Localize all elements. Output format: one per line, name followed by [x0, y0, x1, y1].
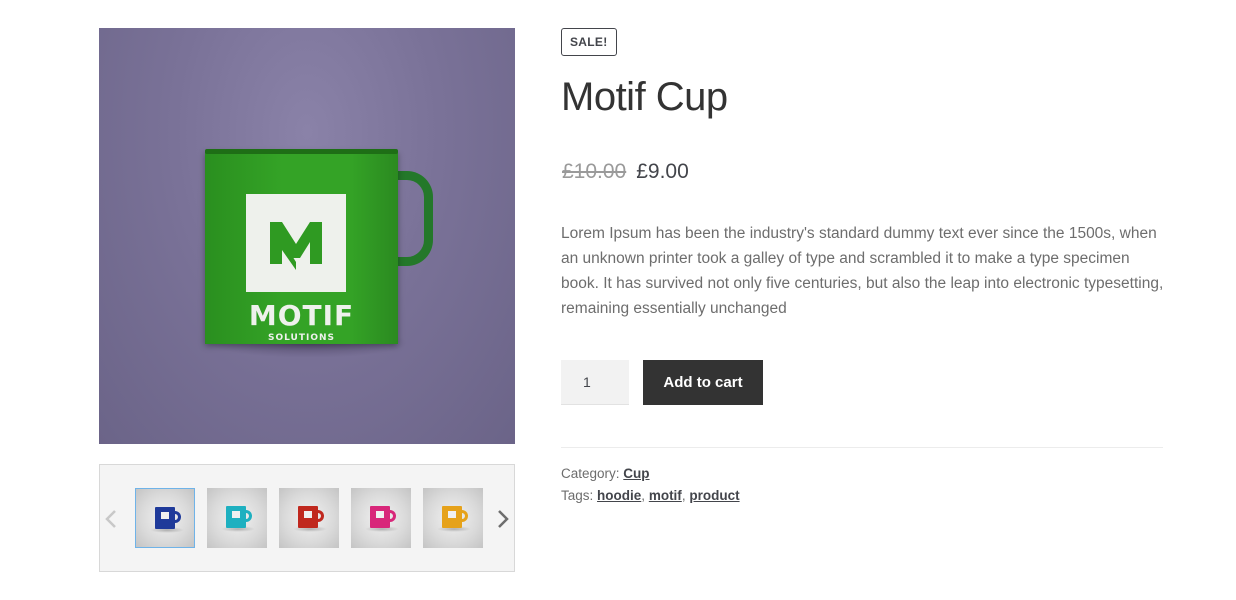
- divider: [561, 447, 1163, 448]
- thumbnail-item[interactable]: [279, 488, 339, 548]
- chevron-right-icon[interactable]: [495, 507, 511, 531]
- thumb-logo: [304, 511, 312, 518]
- thumbnail-gallery: [99, 464, 515, 572]
- thumbnail-item[interactable]: [351, 488, 411, 548]
- logo-text: MOTIF: [248, 299, 355, 332]
- tag-link[interactable]: hoodie: [597, 488, 641, 503]
- category-link[interactable]: Cup: [623, 466, 649, 481]
- quantity-input[interactable]: [561, 360, 629, 405]
- thumbnail-item[interactable]: [135, 488, 195, 548]
- product-tags: Tags: hoodie, motif, product: [561, 488, 740, 503]
- original-price: £10.00: [562, 160, 627, 183]
- tag-link[interactable]: product: [689, 488, 739, 503]
- thumb-logo: [448, 511, 456, 518]
- product-main-image[interactable]: MOTIF SOLUTIONS: [99, 28, 515, 444]
- thumb-logo: [232, 511, 240, 518]
- chevron-left-icon[interactable]: [103, 507, 119, 531]
- logo-subtext: SOLUTIONS: [267, 333, 335, 343]
- sale-price: £9.00: [636, 160, 689, 183]
- category-label: Category:: [561, 466, 620, 481]
- price: £10.00 £9.00: [562, 158, 689, 186]
- motif-logo-mark: [246, 194, 346, 292]
- thumbnail-item[interactable]: [423, 488, 483, 548]
- thumbnail-item[interactable]: [207, 488, 267, 548]
- product-category: Category: Cup: [561, 465, 650, 483]
- mug-handle: [395, 171, 433, 266]
- thumb-logo: [376, 511, 384, 518]
- motif-m-icon: [270, 222, 322, 270]
- product-title: Motif Cup: [561, 75, 728, 119]
- tag-link[interactable]: motif: [649, 488, 682, 503]
- sale-badge: SALE!: [561, 28, 617, 56]
- tags-label: Tags:: [561, 488, 594, 503]
- product-description: Lorem Ipsum has been the industry's stan…: [561, 225, 1164, 317]
- mug-rim: [205, 149, 398, 154]
- thumb-logo: [161, 512, 169, 519]
- add-to-cart-button[interactable]: Add to cart: [643, 360, 763, 405]
